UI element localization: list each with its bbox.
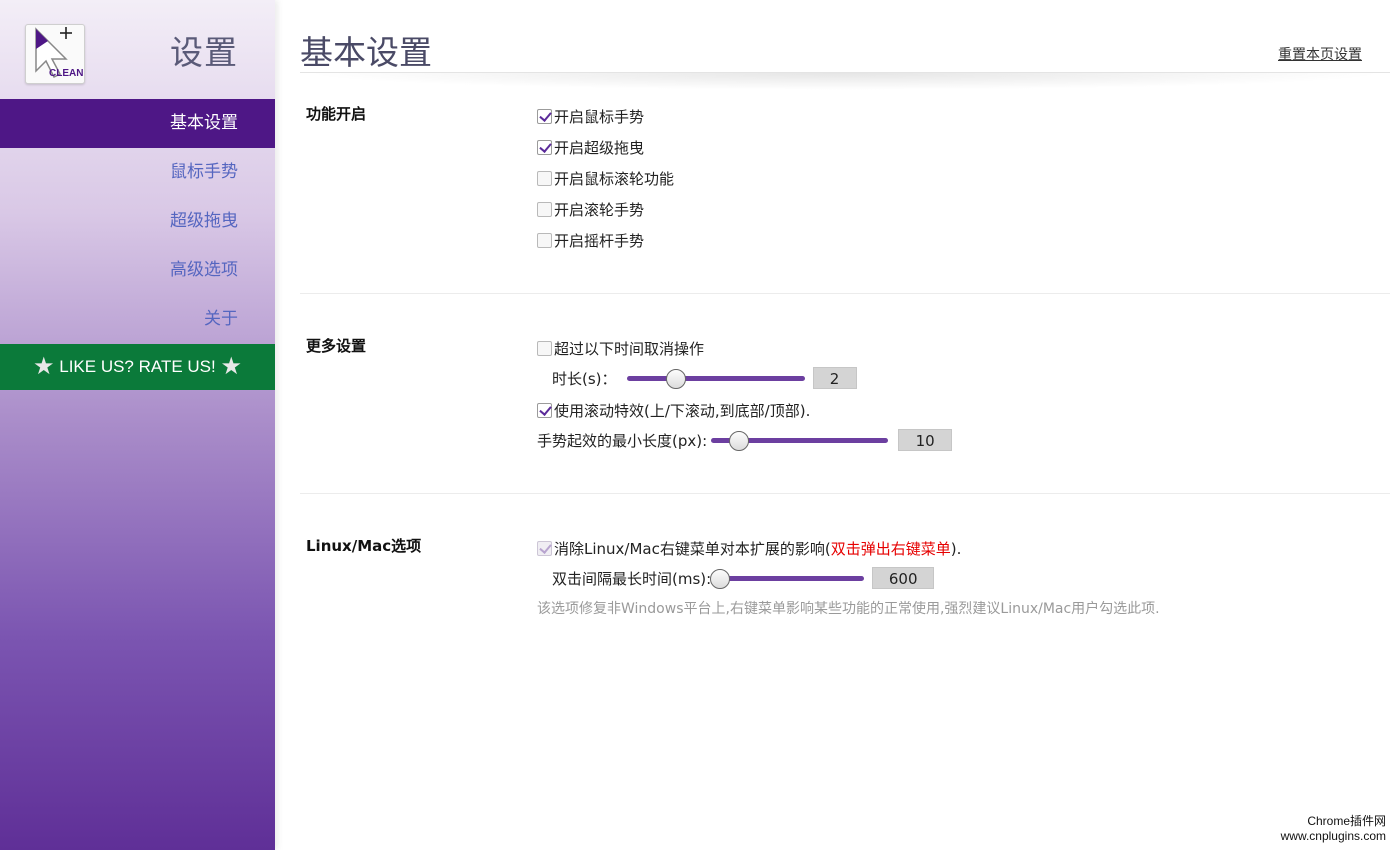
option-label: 开启鼠标滚轮功能: [554, 170, 675, 188]
min-length-slider-thumb[interactable]: [729, 430, 750, 451]
option-label: 使用滚动特效(上/下滚动,到底部/顶部).: [554, 402, 811, 420]
sidebar-header: CLEAN 设置: [0, 0, 275, 99]
section-title-features: 功能开启: [306, 105, 367, 123]
option-label: 超过以下时间取消操作: [554, 340, 705, 358]
double-click-interval-slider-thumb[interactable]: [710, 568, 731, 589]
double-click-interval-label: 双击间隔最长时间(ms):: [552, 569, 712, 588]
option-label: 开启摇杆手势: [554, 232, 645, 250]
option-mouse-gestures[interactable]: 开启鼠标手势: [537, 106, 644, 127]
option-label: 开启超级拖曳: [554, 139, 645, 157]
scroll-effect-checkbox[interactable]: [537, 403, 552, 418]
duration-slider-row: 时长(s)： 2: [552, 367, 857, 389]
option-linux-context-fix[interactable]: 消除Linux/Mac右键菜单对本扩展的影响(双击弹出右键菜单).: [537, 538, 961, 559]
joystick-gestures-checkbox[interactable]: [537, 233, 552, 248]
option-timeout-cancel[interactable]: 超过以下时间取消操作: [537, 338, 704, 359]
timeout-cancel-checkbox[interactable]: [537, 341, 552, 356]
header-divider: [300, 72, 1390, 90]
sidebar: CLEAN 设置 基本设置 鼠标手势 超级拖曳 高级选项 关于 ★ LIKE U…: [0, 0, 275, 850]
watermark: Chrome插件网 www.cnplugins.com: [1281, 814, 1386, 844]
section-divider: [300, 493, 1390, 494]
watermark-line2: www.cnplugins.com: [1280, 829, 1386, 843]
double-click-interval-row: 双击间隔最长时间(ms): 600: [552, 567, 935, 589]
double-click-interval-slider[interactable]: [710, 568, 865, 589]
wheel-function-checkbox[interactable]: [537, 171, 552, 186]
rate-us-label: LIKE US? RATE US!: [59, 357, 216, 376]
linux-mac-section: Linux/Mac选项 消除Linux/Mac右键菜单对本扩展的影响(双击弹出右…: [300, 535, 1390, 655]
linux-mac-note: 该选项修复非Windows平台上,右键菜单影响某些功能的正常使用,强烈建议Lin…: [537, 601, 1160, 617]
min-length-value: 10: [898, 429, 953, 451]
option-super-drag[interactable]: 开启超级拖曳: [537, 137, 644, 158]
logo-text: CLEAN: [49, 68, 84, 79]
option-label: 开启鼠标手势: [554, 108, 645, 126]
option-label: 消除Linux/Mac右键菜单对本扩展的影响(: [554, 540, 831, 558]
option-wheel-gestures[interactable]: 开启滚轮手势: [537, 199, 644, 220]
sidebar-item-super-drag[interactable]: 超级拖曳: [0, 197, 275, 246]
super-drag-checkbox[interactable]: [537, 140, 552, 155]
sidebar-item-advanced-options[interactable]: 高级选项: [0, 246, 275, 295]
option-label-highlight: 双击弹出右键菜单: [830, 540, 951, 558]
rate-us-button[interactable]: ★ LIKE US? RATE US! ★: [0, 344, 275, 390]
sidebar-item-mouse-gestures[interactable]: 鼠标手势: [0, 148, 275, 197]
option-joystick-gestures[interactable]: 开启摇杆手势: [537, 230, 644, 251]
min-length-label: 手势起效的最小长度(px):: [537, 431, 708, 450]
star-icon: ★: [32, 353, 55, 380]
sidebar-item-basic-settings[interactable]: 基本设置: [0, 99, 275, 148]
option-label: 开启滚轮手势: [554, 201, 645, 219]
option-label-end: ).: [950, 539, 962, 558]
duration-label: 时长(s)：: [552, 369, 617, 388]
page-title: 基本设置: [300, 33, 432, 72]
duration-slider-thumb[interactable]: [665, 368, 686, 389]
section-title-more: 更多设置: [306, 337, 367, 355]
duration-slider[interactable]: [626, 368, 805, 389]
sidebar-nav: 基本设置 鼠标手势 超级拖曳 高级选项 关于: [0, 99, 275, 344]
min-length-slider-row: 手势起效的最小长度(px): 10: [537, 429, 953, 451]
watermark-line1: Chrome插件网: [1307, 814, 1386, 828]
duration-value: 2: [812, 367, 857, 389]
sidebar-title: 设置: [170, 33, 238, 72]
app-logo: CLEAN: [25, 24, 85, 84]
section-divider: [300, 293, 1390, 294]
option-wheel-function[interactable]: 开启鼠标滚轮功能: [537, 168, 674, 189]
min-length-slider[interactable]: [711, 430, 889, 451]
main-content: 基本设置 重置本页设置 功能开启 开启鼠标手势 开启超级拖曳 开启鼠标滚轮功能 …: [300, 0, 1390, 850]
double-click-interval-value: 600: [872, 567, 935, 589]
reset-page-settings-link[interactable]: 重置本页设置: [1278, 44, 1362, 64]
star-icon: ★: [220, 353, 242, 380]
option-scroll-effect[interactable]: 使用滚动特效(上/下滚动,到底部/顶部).: [537, 400, 810, 421]
section-title-linux-mac: Linux/Mac选项: [306, 537, 422, 555]
more-settings-section: 更多设置 超过以下时间取消操作 时长(s)： 2 使用滚动特效(上/下滚动,到底…: [300, 335, 1390, 493]
linux-context-fix-checkbox[interactable]: [537, 541, 552, 556]
wheel-gestures-checkbox[interactable]: [537, 202, 552, 217]
sidebar-item-about[interactable]: 关于: [0, 295, 275, 344]
mouse-gestures-checkbox[interactable]: [537, 109, 552, 124]
features-section: 功能开启 开启鼠标手势 开启超级拖曳 开启鼠标滚轮功能 开启滚轮手势 开启摇杆手…: [300, 103, 1390, 293]
